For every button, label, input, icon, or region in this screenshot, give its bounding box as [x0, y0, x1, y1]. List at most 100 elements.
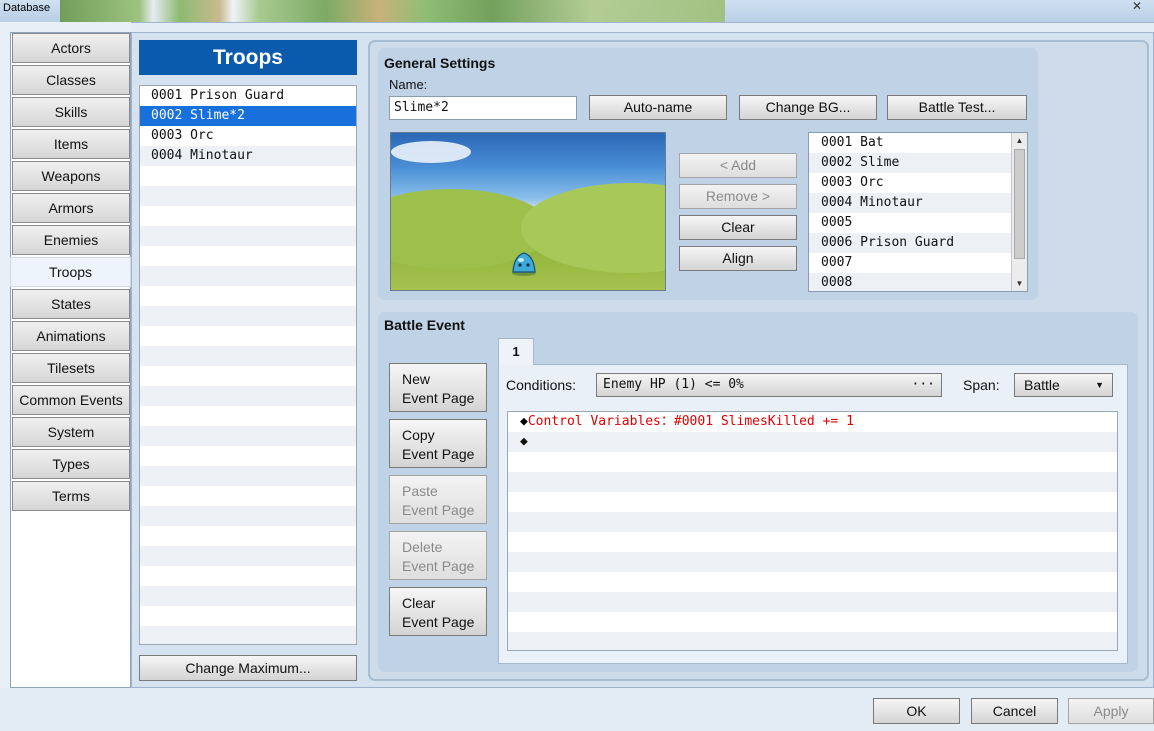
enemy-list-item[interactable]: 0004 Minotaur: [809, 193, 1013, 213]
delete-event-page-button[interactable]: Delete Event Page: [389, 531, 487, 580]
troop-list-item[interactable]: [140, 446, 356, 466]
remove-enemy-button[interactable]: Remove >: [679, 184, 797, 209]
troop-list-item[interactable]: [140, 406, 356, 426]
troop-list-item[interactable]: [140, 606, 356, 626]
sidebar-item-weapons[interactable]: Weapons: [12, 161, 130, 191]
name-input[interactable]: Slime*2: [389, 96, 577, 120]
copy-event-page-button[interactable]: Copy Event Page: [389, 419, 487, 468]
troop-list-item[interactable]: [140, 466, 356, 486]
sidebar-item-enemies[interactable]: Enemies: [12, 225, 130, 255]
troop-list-item[interactable]: [140, 546, 356, 566]
apply-button[interactable]: Apply: [1068, 698, 1154, 724]
event-command-text: ◆: [520, 434, 528, 449]
event-command-row[interactable]: [508, 572, 1117, 592]
add-enemy-button[interactable]: < Add: [679, 153, 797, 178]
sidebar-item-states[interactable]: States: [12, 289, 130, 319]
sidebar-item-skills[interactable]: Skills: [12, 97, 130, 127]
troop-list-item[interactable]: [140, 326, 356, 346]
clear-enemies-button[interactable]: Clear: [679, 215, 797, 240]
troop-list-item[interactable]: [140, 286, 356, 306]
event-command-row[interactable]: ◆: [508, 432, 1117, 452]
battle-test-button[interactable]: Battle Test...: [887, 95, 1027, 120]
sidebar-item-tilesets[interactable]: Tilesets: [12, 353, 130, 383]
sidebar-item-items[interactable]: Items: [12, 129, 130, 159]
button-label-line1: Copy: [402, 427, 435, 443]
event-command-row[interactable]: [508, 492, 1117, 512]
scroll-down-icon[interactable]: ▼: [1012, 276, 1027, 291]
event-command-row[interactable]: [508, 532, 1117, 552]
scroll-thumb[interactable]: [1014, 149, 1025, 259]
troop-list-item[interactable]: [140, 426, 356, 446]
enemy-list-item[interactable]: 0006 Prison Guard: [809, 233, 1013, 253]
troop-list-item[interactable]: 0002 Slime*2: [140, 106, 356, 126]
event-command-row[interactable]: [508, 452, 1117, 472]
troop-list-item[interactable]: [140, 386, 356, 406]
troop-list-item[interactable]: [140, 186, 356, 206]
close-icon[interactable]: ✕: [1120, 0, 1154, 12]
change-maximum-button[interactable]: Change Maximum...: [139, 655, 357, 681]
event-command-row[interactable]: [508, 552, 1117, 572]
cancel-button[interactable]: Cancel: [971, 698, 1058, 724]
troop-list-item[interactable]: [140, 526, 356, 546]
conditions-ellipsis-icon[interactable]: ···: [912, 374, 935, 396]
troop-list-item[interactable]: [140, 266, 356, 286]
paste-event-page-button[interactable]: Paste Event Page: [389, 475, 487, 524]
battle-preview[interactable]: [390, 132, 666, 291]
event-command-row[interactable]: [508, 592, 1117, 612]
enemy-list-scrollbar[interactable]: ▲ ▼: [1011, 133, 1027, 291]
enemy-list-item[interactable]: 0005: [809, 213, 1013, 233]
troop-list-item[interactable]: [140, 586, 356, 606]
troop-list-item[interactable]: [140, 226, 356, 246]
window-title: Database: [3, 2, 51, 14]
enemy-list-item[interactable]: 0002 Slime: [809, 153, 1013, 173]
troop-list-item[interactable]: 0003 Orc: [140, 126, 356, 146]
troop-list-item[interactable]: [140, 246, 356, 266]
troop-list-item[interactable]: 0001 Prison Guard: [140, 86, 356, 106]
sidebar-item-animations[interactable]: Animations: [12, 321, 130, 351]
enemy-list-item[interactable]: 0001 Bat: [809, 133, 1013, 153]
sidebar-item-armors[interactable]: Armors: [12, 193, 130, 223]
clear-event-page-button[interactable]: Clear Event Page: [389, 587, 487, 636]
change-bg-button[interactable]: Change BG...: [739, 95, 877, 120]
new-event-page-button[interactable]: New Event Page: [389, 363, 487, 412]
enemy-list-item[interactable]: 0007: [809, 253, 1013, 273]
event-command-list[interactable]: ◆Control Variables：#0001 SlimesKilled +=…: [507, 411, 1118, 651]
troop-list-item[interactable]: [140, 346, 356, 366]
troop-list-item[interactable]: [140, 626, 356, 644]
troop-list-item[interactable]: [140, 166, 356, 186]
auto-name-button[interactable]: Auto-name: [589, 95, 727, 120]
event-command-row[interactable]: [508, 512, 1117, 532]
slime-sprite[interactable]: [510, 250, 538, 276]
troop-list-item[interactable]: [140, 486, 356, 506]
enemy-list-item[interactable]: 0008: [809, 273, 1013, 291]
troop-list-item[interactable]: [140, 566, 356, 586]
troops-list[interactable]: 0001 Prison Guard 0002 Slime*2 0003 Orc 000…: [139, 85, 357, 645]
sidebar-item-types[interactable]: Types: [12, 449, 130, 479]
sidebar-item-terms[interactable]: Terms: [12, 481, 130, 511]
troop-list-item[interactable]: [140, 506, 356, 526]
event-page-tab-1[interactable]: 1: [498, 338, 534, 365]
event-command-row[interactable]: ◆Control Variables：#0001 SlimesKilled +=…: [508, 412, 1117, 432]
ok-button[interactable]: OK: [873, 698, 960, 724]
conditions-field[interactable]: Enemy HP (1) <= 0% ···: [596, 373, 942, 397]
sidebar-item-system[interactable]: System: [12, 417, 130, 447]
sidebar-item-classes[interactable]: Classes: [12, 65, 130, 95]
scroll-up-icon[interactable]: ▲: [1012, 133, 1027, 148]
event-command-row[interactable]: [508, 472, 1117, 492]
sidebar-item-actors[interactable]: Actors: [12, 33, 130, 63]
span-select[interactable]: Battle ▼: [1014, 373, 1113, 397]
troop-list-item[interactable]: [140, 206, 356, 226]
chevron-down-icon: ▼: [1095, 380, 1104, 390]
event-command-text: ◆Control Variables：#0001 SlimesKilled +=…: [520, 414, 854, 429]
sidebar-item-troops[interactable]: Troops: [10, 257, 131, 287]
event-command-row[interactable]: [508, 612, 1117, 632]
sidebar-item-common-events[interactable]: Common Events: [12, 385, 130, 415]
enemy-list-item[interactable]: 0003 Orc: [809, 173, 1013, 193]
enemy-list[interactable]: 0001 Bat 0002 Slime 0003 Orc 0004 Minotaur 0…: [808, 132, 1028, 292]
troop-list-item[interactable]: 0004 Minotaur: [140, 146, 356, 166]
troop-list-item[interactable]: [140, 366, 356, 386]
event-command-row[interactable]: [508, 632, 1117, 650]
enemy-rows: 0001 Bat 0002 Slime 0003 Orc 0004 Minotaur 0…: [809, 133, 1013, 291]
troop-list-item[interactable]: [140, 306, 356, 326]
align-enemies-button[interactable]: Align: [679, 246, 797, 271]
